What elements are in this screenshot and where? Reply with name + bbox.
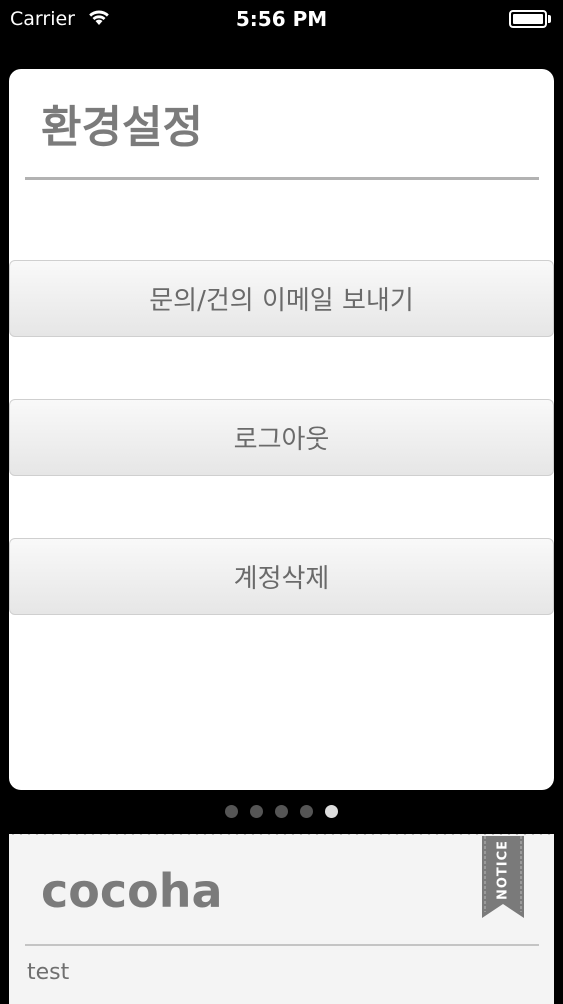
page-dot-active[interactable]	[325, 805, 338, 818]
button-label: 문의/건의 이메일 보내기	[149, 286, 414, 316]
notice-divider	[25, 944, 539, 946]
send-inquiry-email-button[interactable]: 문의/건의 이메일 보내기	[9, 260, 554, 337]
notice-body: test	[27, 960, 70, 985]
title-divider	[25, 177, 539, 180]
button-label: 로그아웃	[233, 425, 330, 455]
settings-card: 환경설정 문의/건의 이메일 보내기 로그아웃 계정삭제	[9, 69, 554, 790]
ribbon-label: NOTICE	[495, 839, 511, 901]
card-edge-decoration	[9, 831, 554, 839]
page-dot[interactable]	[275, 805, 288, 818]
page-dot[interactable]	[250, 805, 263, 818]
notice-ribbon: NOTICE	[482, 836, 524, 918]
notice-title: cocoha	[41, 864, 223, 918]
page-dot[interactable]	[225, 805, 238, 818]
status-bar: Carrier 5:56 PM	[0, 0, 563, 40]
battery-icon	[509, 10, 551, 28]
logout-button[interactable]: 로그아웃	[9, 399, 554, 476]
clock: 5:56 PM	[235, 7, 328, 31]
button-label: 계정삭제	[233, 564, 330, 594]
notice-card[interactable]: cocoha test NOTICE	[9, 834, 554, 1004]
page-title: 환경설정	[41, 102, 203, 153]
page-indicator[interactable]	[0, 805, 563, 821]
delete-account-button[interactable]: 계정삭제	[9, 538, 554, 615]
page-dot[interactable]	[300, 805, 313, 818]
